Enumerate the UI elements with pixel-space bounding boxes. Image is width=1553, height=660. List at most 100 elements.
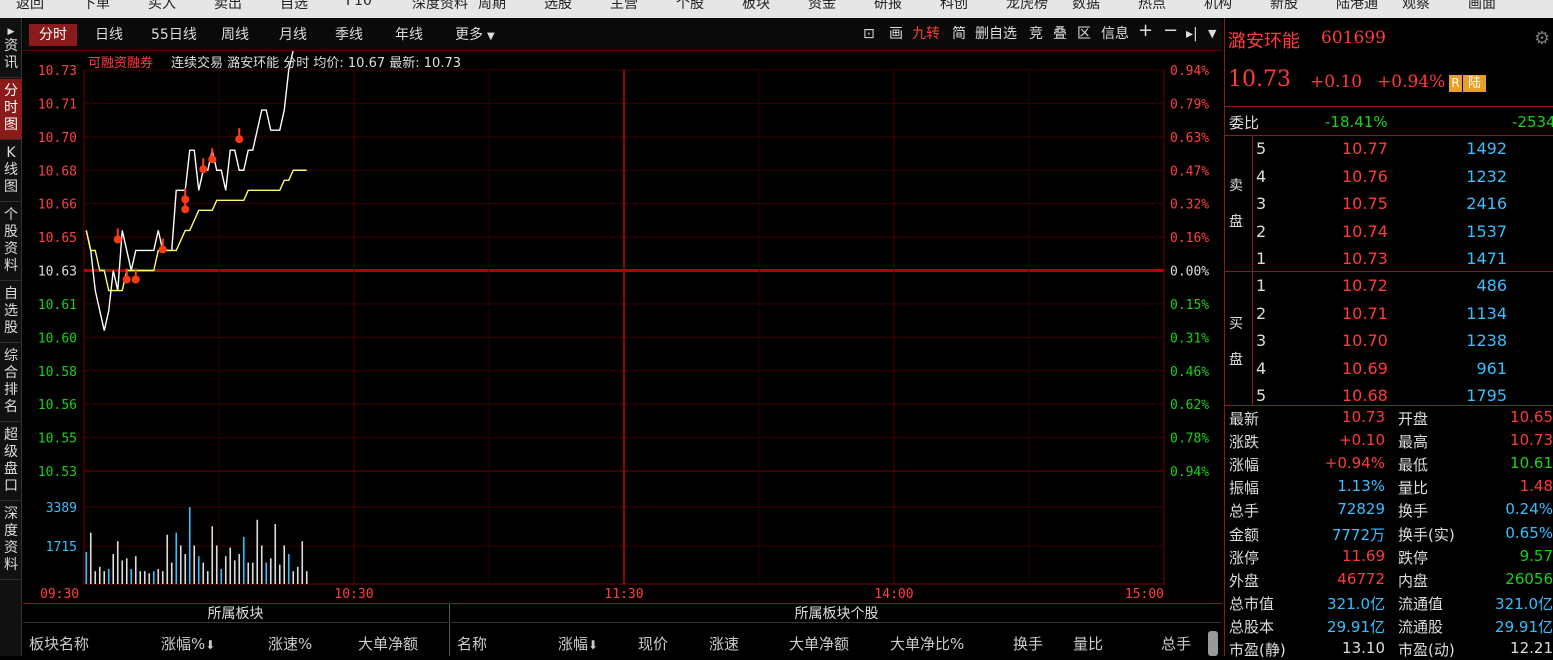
draw-tool[interactable]: 画 xyxy=(889,25,903,43)
minus-icon[interactable]: − xyxy=(1163,22,1178,40)
sort-down-icon: ⬇ xyxy=(205,638,216,652)
top-menu-item[interactable]: 返回 xyxy=(16,0,44,13)
top-menu-item[interactable]: 选股 xyxy=(544,0,572,13)
sell-volume: 1492 xyxy=(1466,139,1507,158)
sidebar-item-0[interactable]: ▶ 资讯 xyxy=(0,22,22,78)
stat-label: 量比 xyxy=(1398,479,1429,498)
top-menu-item[interactable]: 机构 xyxy=(1204,0,1232,13)
sector-panel: 所属板块 所属板块个股 板块名称 涨幅%⬇ 涨速% 大单净额 名称 涨幅⬇ 现价 涨速 大单净额… xyxy=(23,603,1222,656)
plus-icon[interactable]: + xyxy=(1138,22,1153,40)
buy-price[interactable]: 10.70 xyxy=(1342,331,1388,350)
simple-tool[interactable]: 简 xyxy=(952,25,966,43)
tab-period-6[interactable]: 年线 xyxy=(389,24,429,46)
top-menu-item[interactable]: 自选 xyxy=(280,0,308,13)
sell-volume: 1471 xyxy=(1466,249,1507,268)
stock-col-header[interactable]: 大单净比% xyxy=(890,633,964,654)
buy-level: 3 xyxy=(1256,331,1267,350)
top-menu-item[interactable]: 科创 xyxy=(940,0,968,13)
top-menu-item[interactable]: 资金 xyxy=(808,0,836,13)
stock-col-header[interactable]: 现价 xyxy=(638,633,668,654)
buy-price[interactable]: 10.68 xyxy=(1342,386,1388,405)
buy-level: 5 xyxy=(1256,386,1267,405)
sector-col-header[interactable]: 涨幅%⬇ xyxy=(161,633,215,654)
buy-price[interactable]: 10.71 xyxy=(1342,304,1388,323)
top-menu-item[interactable]: 个股 xyxy=(676,0,704,13)
sell-price[interactable]: 10.75 xyxy=(1342,194,1388,213)
col-label: 涨速% xyxy=(268,635,313,653)
scrollbar-thumb[interactable] xyxy=(1208,631,1218,656)
top-menu-item[interactable]: 买入 xyxy=(148,0,176,13)
stock-col-header[interactable]: 大单净额 xyxy=(789,633,849,654)
top-menu-item[interactable]: 周期 xyxy=(478,0,506,13)
top-menu-item[interactable]: F10 xyxy=(346,0,372,9)
stat-label: 最低 xyxy=(1398,456,1429,475)
vol-tick-label: 3389 xyxy=(46,501,77,516)
top-menu-item[interactable]: 深度资料 xyxy=(412,0,468,13)
top-menu-item[interactable]: 数据 xyxy=(1072,0,1100,13)
stock-col-header[interactable]: 涨幅⬇ xyxy=(558,633,598,654)
top-menu-item[interactable]: 画面 xyxy=(1468,0,1496,13)
info-tool[interactable]: 信息 xyxy=(1101,25,1129,43)
compete-tool[interactable]: 竞 xyxy=(1029,25,1043,43)
sector-col-header[interactable]: 涨速% xyxy=(268,633,312,654)
tab-period-2[interactable]: 55日线 xyxy=(145,24,203,46)
top-menu-item[interactable]: 卖出 xyxy=(214,0,242,13)
sidebar-item-1[interactable]: 分时图 xyxy=(0,79,22,140)
stock-col-header[interactable]: 换手 xyxy=(1013,633,1043,654)
price-tick-label: 10.66 xyxy=(38,198,77,213)
lock-icon[interactable]: ⊡ xyxy=(863,25,875,43)
overlay-tool[interactable]: 叠 xyxy=(1053,25,1067,43)
arrow-right-end-icon[interactable]: ▸| xyxy=(1186,25,1198,43)
stock-col-header[interactable]: 总手 xyxy=(1161,633,1191,654)
tab-label: 更多 xyxy=(455,27,483,43)
tab-period-4[interactable]: 月线 xyxy=(273,24,313,46)
top-menu-item[interactable]: 陆港通 xyxy=(1336,0,1378,13)
sidebar-item-4[interactable]: 自选股 xyxy=(0,282,22,343)
stock-col-header[interactable]: 量比 xyxy=(1073,633,1103,654)
price-tick-label: 10.58 xyxy=(38,365,77,380)
sell-price[interactable]: 10.76 xyxy=(1342,167,1388,186)
stat-value: 0.24% xyxy=(1505,500,1553,519)
sell-price[interactable]: 10.74 xyxy=(1342,222,1388,241)
pct-tick-label: 0.94% xyxy=(1170,465,1209,480)
tab-period-5[interactable]: 季线 xyxy=(329,24,369,46)
top-menu-item[interactable]: 龙虎榜 xyxy=(1006,0,1048,13)
zone-tool[interactable]: 区 xyxy=(1077,25,1091,43)
sector-col-header[interactable]: 板块名称 xyxy=(29,633,89,654)
top-menu-item[interactable]: 热点 xyxy=(1138,0,1166,13)
tab-period-1[interactable]: 日线 xyxy=(89,24,129,46)
stat-label: 总股本 xyxy=(1229,617,1275,636)
top-menu-item[interactable]: 板块 xyxy=(742,0,770,13)
stock-col-header[interactable]: 涨速 xyxy=(709,633,739,654)
delete-watchlist-button[interactable]: 删自选 xyxy=(975,25,1017,43)
stat-value: 321.0亿 xyxy=(1327,594,1385,613)
tab-period-3[interactable]: 周线 xyxy=(215,24,255,46)
buy-price[interactable]: 10.69 xyxy=(1342,359,1388,378)
sidebar-item-6[interactable]: 超级盘口 xyxy=(0,423,22,501)
top-menu-item[interactable]: 研报 xyxy=(874,0,902,13)
sidebar-item-7[interactable]: 深度资料 xyxy=(0,502,22,580)
buy-volume: 961 xyxy=(1476,358,1507,378)
gear-icon[interactable]: ⚙ xyxy=(1534,28,1550,49)
buy-volume: 486 xyxy=(1476,276,1507,295)
sidebar-item-3[interactable]: 个股资料 xyxy=(0,203,22,281)
tab-period-0[interactable]: 分时 xyxy=(29,24,77,46)
sidebar-item-5[interactable]: 综合排名 xyxy=(0,344,22,422)
tab-period-7[interactable]: 更多 ▼ xyxy=(449,24,501,46)
top-menu-item[interactable]: 主营 xyxy=(610,0,638,13)
top-menu-item[interactable]: 下单 xyxy=(82,0,110,13)
jiuzhuan-tool[interactable]: 九转 xyxy=(912,25,940,43)
buy-price[interactable]: 10.72 xyxy=(1342,276,1388,295)
sidebar-item-2[interactable]: K线图 xyxy=(0,141,22,202)
intraday-chart[interactable]: 10.73 0.94% 10.71 0.79% 10.70 0.63% 10.68 0.47%… xyxy=(23,51,1222,603)
top-menu-item[interactable]: 观察 xyxy=(1402,0,1430,13)
top-menu-item[interactable]: 新股 xyxy=(1270,0,1298,13)
tab-label: 分时 xyxy=(39,27,67,43)
tab-label: 季线 xyxy=(335,27,363,43)
stock-col-header[interactable]: 名称 xyxy=(457,633,487,654)
sector-col-header[interactable]: 大单净额 xyxy=(358,633,418,654)
sell-price[interactable]: 10.73 xyxy=(1342,249,1388,268)
chevron-down-icon[interactable]: ▼ xyxy=(1208,25,1216,43)
top-toolbar: 返回 下单 买入 卖出 自选 F10 深度资料 周期 选股 主营 个股 板块 资金 研报 科创 龙虎榜 数据 热点… xyxy=(0,0,1553,18)
sell-price[interactable]: 10.77 xyxy=(1342,139,1388,158)
